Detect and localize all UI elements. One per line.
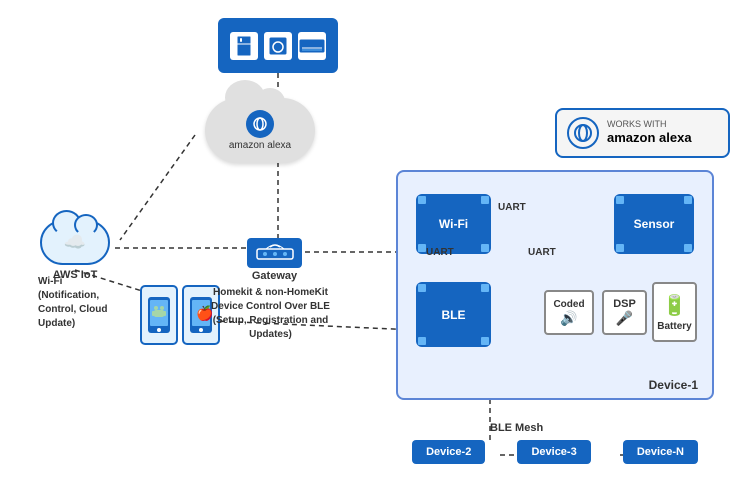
diagram: amazon alexa WORKS WITH amazon alexa ☁️ … [0, 0, 750, 500]
alexa-label: amazon alexa [229, 140, 291, 151]
deviceN-box: Device-N [623, 440, 698, 464]
uart-label-3: UART [528, 247, 556, 258]
alexa-badge-text: WORKS WITH amazon alexa [607, 119, 692, 148]
gateway-block: Gateway [247, 238, 302, 282]
wifi-notification-label: Wi-Fi(Notification,Control, CloudUpdate) [38, 275, 128, 331]
ble-chip: BLE [416, 282, 491, 347]
alexa-cloud-shape: amazon alexa [205, 98, 315, 163]
gateway-label: Gateway [252, 270, 297, 282]
device3-box: Device-3 [517, 440, 590, 464]
device2-box: Device-2 [412, 440, 485, 464]
alexa-cloud: amazon alexa [195, 90, 325, 170]
ac-icon [298, 32, 326, 60]
wifi-chip: Wi-Fi [416, 194, 491, 254]
washer-icon [264, 32, 292, 60]
aws-icon: ☁️ [64, 232, 86, 253]
device-panel: Wi-Fi Sensor BLE UART UART UART Coded 🔊 [396, 170, 714, 400]
aws-iot-block: ☁️ AWS IoT [35, 220, 115, 281]
device1-label: Device-1 [649, 378, 698, 392]
homekit-label: Homekit & non-HomeKitDevice Control Over… [193, 286, 348, 342]
aws-cloud-shape: ☁️ [40, 220, 110, 265]
appliances-block [218, 18, 338, 73]
gateway-icon [247, 238, 302, 268]
sensor-chip: Sensor [614, 194, 694, 254]
battery-icon: 🔋 [662, 293, 687, 318]
alexa-badge: WORKS WITH amazon alexa [555, 108, 730, 158]
uart-label-1: UART [498, 202, 526, 213]
battery-block: 🔋 Battery [652, 282, 697, 342]
uart-label-2: UART [426, 247, 454, 258]
alexa-circle-icon [246, 110, 274, 138]
bottom-devices: Device-2 Device-3 Device-N [396, 440, 714, 464]
dsp-block: DSP 🎤 [602, 290, 647, 335]
android-phone [140, 285, 178, 345]
coded-block: Coded 🔊 [544, 290, 594, 335]
alexa-badge-icon [567, 117, 599, 149]
fridge-icon [230, 32, 258, 60]
ble-mesh-label: BLE Mesh [490, 422, 543, 434]
